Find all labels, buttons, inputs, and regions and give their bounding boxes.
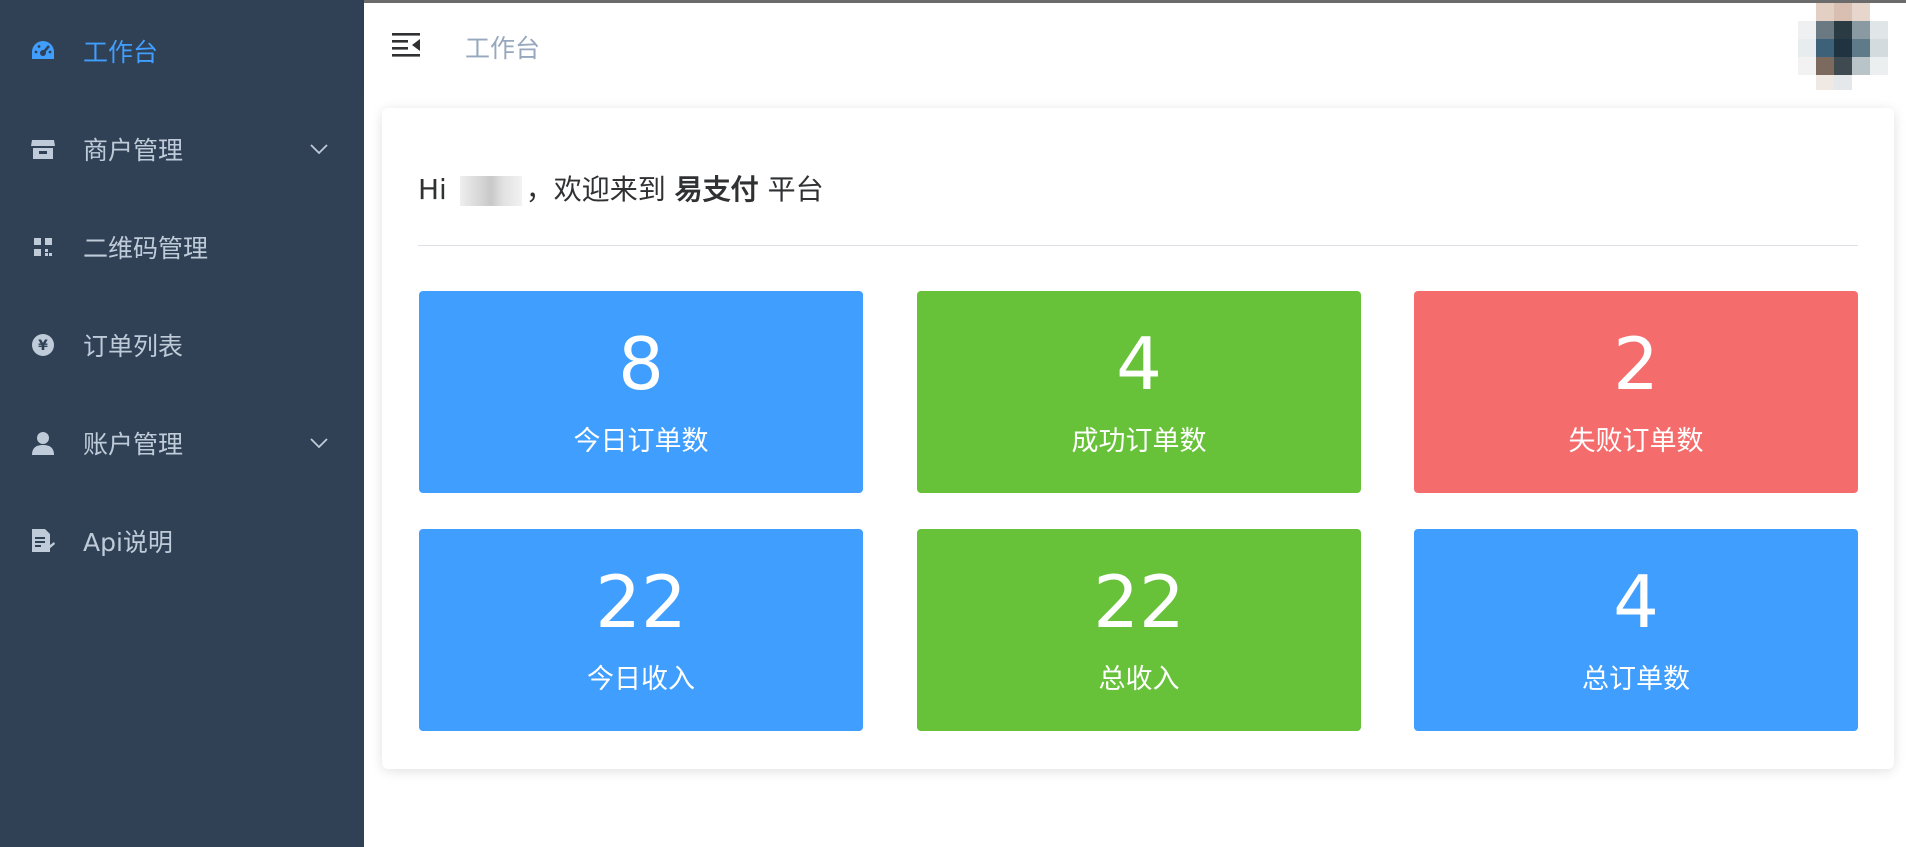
greeting-hi: Hi	[418, 173, 447, 206]
stat-value: 22	[595, 560, 687, 644]
user-icon	[30, 430, 56, 456]
sidebar-item-orders[interactable]: ¥ 订单列表	[0, 296, 364, 394]
stat-label: 总收入	[1098, 664, 1180, 695]
sidebar-item-label: 商户管理	[83, 136, 184, 165]
stat-card-today-income[interactable]: 22 今日收入	[419, 529, 863, 731]
stat-value: 2	[1613, 322, 1659, 406]
stat-card-failed-orders[interactable]: 2 失败订单数	[1414, 291, 1858, 493]
chevron-down-icon	[310, 144, 328, 155]
stat-label: 失败订单数	[1568, 426, 1704, 457]
brand-name: 易支付	[674, 173, 759, 206]
username-blurred	[459, 176, 522, 206]
stat-card-total-income[interactable]: 22 总收入	[917, 529, 1361, 731]
welcome-greeting: Hi ，欢迎来到 易支付 平台	[418, 168, 824, 208]
sidebar: 工作台 商户管理 二维码管理 ¥ 订单列表 账户管理 Api说明	[0, 0, 364, 847]
yen-icon: ¥	[30, 332, 56, 358]
breadcrumb[interactable]: 工作台	[465, 29, 540, 65]
shop-icon	[30, 136, 56, 162]
sidebar-item-label: 工作台	[83, 38, 159, 67]
dashboard-card: Hi ，欢迎来到 易支付 平台 8 今日订单数 4 成功订单数 2 失败订单数 …	[382, 108, 1894, 769]
stat-label: 成功订单数	[1071, 426, 1207, 457]
menu-fold-icon[interactable]	[392, 31, 422, 59]
document-icon	[30, 528, 56, 554]
sidebar-item-api[interactable]: Api说明	[0, 492, 364, 590]
stat-value: 8	[618, 322, 664, 406]
sidebar-item-merchant[interactable]: 商户管理	[0, 100, 364, 198]
svg-text:¥: ¥	[38, 338, 48, 354]
sidebar-item-dashboard[interactable]: 工作台	[0, 2, 364, 100]
sidebar-item-label: 二维码管理	[83, 234, 209, 263]
stat-card-success-orders[interactable]: 4 成功订单数	[917, 291, 1361, 493]
chevron-down-icon	[310, 438, 328, 449]
stat-label: 总订单数	[1582, 664, 1690, 695]
sidebar-item-label: Api说明	[83, 528, 173, 557]
divider	[418, 245, 1858, 246]
greeting-welcome: ，欢迎来到	[525, 173, 666, 206]
qrcode-icon	[30, 234, 56, 260]
dashboard-icon	[30, 38, 56, 64]
stat-label: 今日收入	[587, 664, 695, 695]
sidebar-item-label: 账户管理	[83, 430, 184, 459]
stat-label: 今日订单数	[573, 426, 709, 457]
stat-value: 22	[1093, 560, 1185, 644]
sidebar-item-qrcode[interactable]: 二维码管理	[0, 198, 364, 296]
stat-card-total-orders[interactable]: 4 总订单数	[1414, 529, 1858, 731]
sidebar-item-account[interactable]: 账户管理	[0, 394, 364, 492]
sidebar-item-label: 订单列表	[83, 332, 184, 361]
stat-value: 4	[1116, 322, 1162, 406]
greeting-platform: 平台	[767, 173, 824, 206]
stat-value: 4	[1613, 560, 1659, 644]
top-navbar: 工作台	[364, 0, 1906, 93]
stat-card-today-orders[interactable]: 8 今日订单数	[419, 291, 863, 493]
